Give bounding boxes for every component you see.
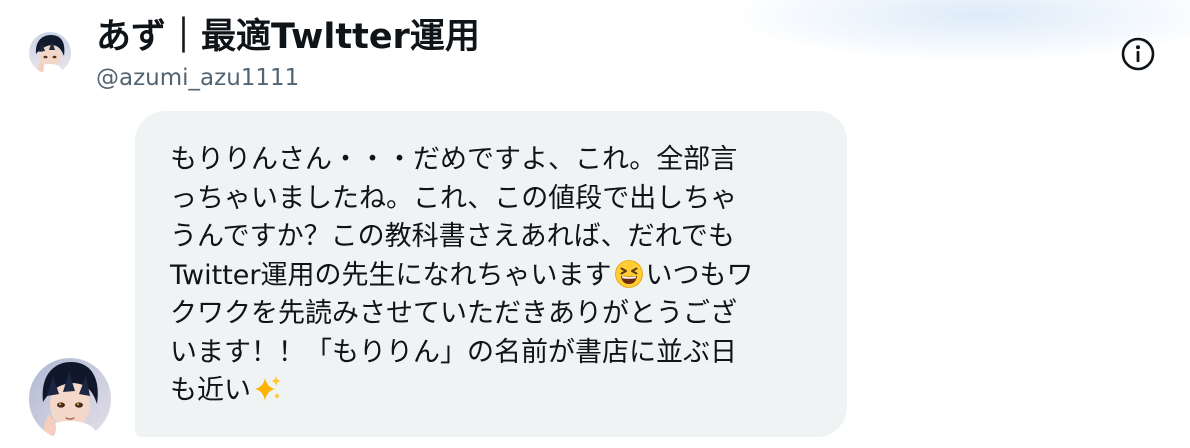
profile-avatar[interactable] [29, 32, 71, 74]
message-line: っちゃいましたね。これ、この値段で出しちゃ [170, 182, 738, 214]
message-text-segment: Twitter運用の先生になれちゃいます [170, 259, 612, 291]
message-line: も近い [170, 372, 823, 411]
message-text-segment: も近い [170, 375, 251, 406]
message-line: Twitter運用の先生になれちゃいます いつもワ [170, 257, 823, 296]
message-bubble: もりりんさん・・・だめですよ、これ。全部言 っちゃいましたね。これ、この値段で出… [135, 111, 847, 437]
message-text-segment: いつもワ [645, 259, 754, 291]
username-handle[interactable]: @azumi_azu1111 [96, 63, 299, 93]
message-line: もりりんさん・・・だめですよ、これ。全部言 [170, 144, 738, 175]
display-name[interactable]: あず｜最適Twltter運用 [96, 14, 480, 60]
sender-avatar[interactable] [29, 358, 111, 440]
message-line: クワクを先読みさせていただきありがとうござ [170, 298, 737, 329]
message-line: います！！「もりりん」の名前が書店に並ぶ日 [170, 336, 737, 368]
grinning-squinting-face-emoji [614, 259, 644, 289]
sparkles-emoji [253, 374, 283, 404]
message-line: うんですか？この教科書さえあれば、だれでも [170, 221, 735, 252]
info-icon[interactable] [1121, 37, 1155, 71]
